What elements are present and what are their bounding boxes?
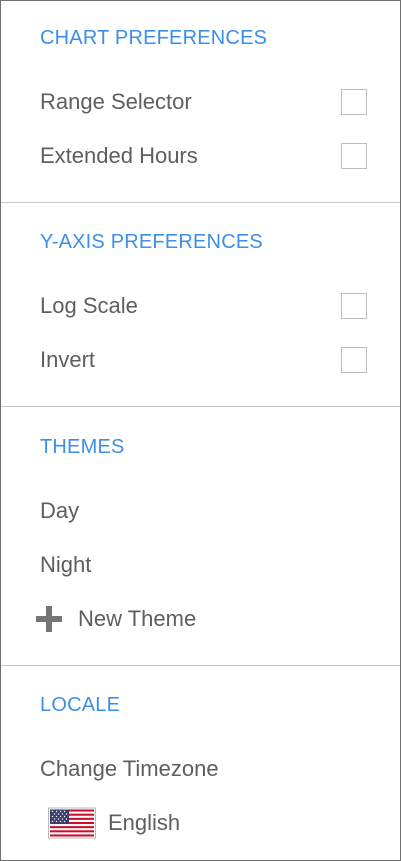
change-timezone-label: Change Timezone	[40, 756, 219, 781]
theme-day-label: Day	[40, 498, 80, 523]
section-divider	[1, 202, 400, 203]
section-divider	[1, 665, 400, 666]
theme-night-label: Night	[40, 552, 92, 577]
range-selector-label: Range Selector	[40, 89, 192, 114]
theme-item-day[interactable]: Day	[1, 491, 400, 531]
menu-item-range-selector[interactable]: Range Selector	[1, 82, 400, 122]
extended-hours-label: Extended Hours	[40, 143, 198, 168]
range-selector-checkbox[interactable]	[341, 89, 367, 115]
language-item-english[interactable]: English	[1, 803, 400, 843]
menu-item-extended-hours[interactable]: Extended Hours	[1, 136, 400, 176]
extended-hours-checkbox[interactable]	[341, 143, 367, 169]
new-theme-button[interactable]: New Theme	[1, 599, 400, 639]
theme-item-night[interactable]: Night	[1, 545, 400, 585]
plus-icon	[36, 606, 62, 632]
menu-item-log-scale[interactable]: Log Scale	[1, 286, 400, 326]
section-divider	[1, 406, 400, 407]
change-timezone-item[interactable]: Change Timezone	[1, 749, 400, 789]
section-title-locale: LOCALE	[40, 694, 121, 716]
chart-settings-menu: CHART PREFERENCES Range Selector Extende…	[0, 0, 401, 861]
section-title-chart-preferences: CHART PREFERENCES	[40, 27, 268, 49]
menu-item-invert[interactable]: Invert	[1, 340, 400, 380]
new-theme-label: New Theme	[78, 606, 197, 631]
section-title-themes: THEMES	[40, 436, 125, 458]
language-label: English	[108, 810, 181, 835]
log-scale-label: Log Scale	[40, 293, 138, 318]
invert-checkbox[interactable]	[341, 347, 367, 373]
us-flag-icon	[48, 807, 96, 839]
invert-label: Invert	[40, 347, 96, 372]
section-title-y-axis-preferences: Y-AXIS PREFERENCES	[40, 231, 263, 253]
log-scale-checkbox[interactable]	[341, 293, 367, 319]
